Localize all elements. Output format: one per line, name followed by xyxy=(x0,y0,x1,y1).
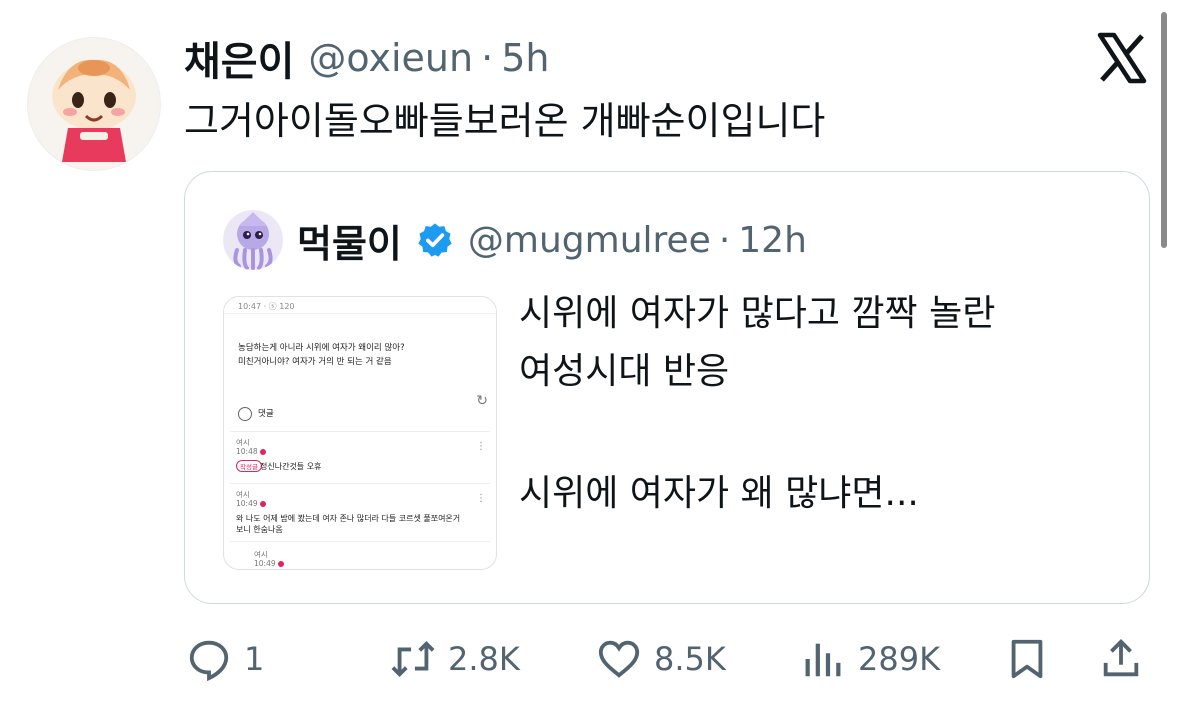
quoted-header: 먹물이 @mugmulree · 12h xyxy=(297,212,807,268)
author-name[interactable]: 채은이 xyxy=(184,29,294,87)
author-badge: 작성글 xyxy=(236,460,262,472)
separator-dot: · xyxy=(481,36,494,80)
divider xyxy=(230,483,490,484)
views-button[interactable]: 289K xyxy=(800,631,940,687)
comment-icon xyxy=(238,407,252,421)
share-button[interactable] xyxy=(1098,631,1144,687)
scrollbar[interactable] xyxy=(1161,12,1167,248)
media-thumbnail[interactable]: 10:47 · ⓢ 120 농담하는게 아니라 시위에 여자가 왜이리 많아? … xyxy=(223,296,497,570)
bookmark-icon xyxy=(1011,639,1043,679)
quoted-text-line: 여성시대 반응 xyxy=(519,351,730,392)
tweet-time[interactable]: 5h xyxy=(501,36,549,80)
heart-icon xyxy=(598,640,640,678)
comment-text: 정신나간것들 오휴 xyxy=(260,462,322,471)
bookmark-button[interactable] xyxy=(1004,631,1050,687)
quoted-text-line: 시위에 여자가 왜 많냐면... xyxy=(519,473,919,514)
comment-time: 10:49 xyxy=(236,499,266,508)
quoted-tweet[interactable]: 먹물이 @mugmulree · 12h 10:47 · ⓢ 120 농담하는게… xyxy=(184,171,1150,604)
comment-time-text: 10:49 xyxy=(254,559,276,568)
refresh-icon: ↻ xyxy=(476,393,488,409)
analytics-icon xyxy=(805,643,841,677)
comment-text: 보니 한숨나옴 xyxy=(236,525,283,534)
media-post-line: 농담하는게 아니라 시위에 여자가 왜이리 많아? xyxy=(238,343,405,353)
views-count: 289K xyxy=(858,640,941,678)
avatar[interactable] xyxy=(27,37,161,171)
comment-time: 10:48 xyxy=(236,447,266,456)
reply-count: 1 xyxy=(244,640,265,678)
retweet-count: 2.8K xyxy=(448,640,520,678)
retweet-button[interactable]: 2.8K xyxy=(390,631,520,687)
quoted-time[interactable]: 12h xyxy=(738,220,807,261)
tweet-header: 채은이 @oxieun · 5h xyxy=(184,28,549,88)
comment-time-text: 10:49 xyxy=(236,499,258,508)
comment-time-text: 10:48 xyxy=(236,447,258,456)
media-post-line: 미친거아니야? 여자가 거의 반 되는 거 같음 xyxy=(238,357,392,367)
quoted-avatar[interactable] xyxy=(223,210,283,270)
more-icon: ⋮ xyxy=(476,493,486,504)
comment-time: 10:49 xyxy=(254,559,284,568)
x-logo-icon xyxy=(1096,32,1148,84)
like-count: 8.5K xyxy=(654,640,726,678)
separator-dot: · xyxy=(718,219,731,261)
squid-avatar-icon xyxy=(233,212,273,270)
reply-button[interactable]: 1 xyxy=(186,631,264,687)
action-bar: 1 2.8K 8.5K 289K xyxy=(0,625,1179,695)
tweet-text: 그거아이돌오빠들보러온 개빠순이입니다 xyxy=(184,99,826,143)
retweet-icon xyxy=(391,640,435,678)
more-icon: ⋮ xyxy=(476,441,486,452)
quoted-handle[interactable]: @mugmulree xyxy=(468,220,711,261)
comment-text: 와 나도 어제 밤에 봤는데 여자 존나 많더라 다들 코르셋 풀쪼여온거 xyxy=(236,514,461,523)
divider xyxy=(224,313,496,314)
author-handle[interactable]: @oxieun xyxy=(308,36,473,80)
like-button[interactable]: 8.5K xyxy=(596,631,726,687)
verified-badge-icon xyxy=(418,223,452,257)
share-icon xyxy=(1103,639,1139,677)
divider xyxy=(230,541,490,542)
divider xyxy=(230,431,490,432)
media-status-bar: 10:47 · ⓢ 120 xyxy=(238,302,295,311)
reply-icon xyxy=(189,640,229,682)
quoted-text-line: 시위에 여자가 많다고 깜짝 놀란 xyxy=(519,293,996,334)
quoted-author-name[interactable]: 먹물이 xyxy=(297,213,402,268)
character-avatar-icon xyxy=(52,59,136,162)
comment-label: 댓글 xyxy=(258,409,274,419)
